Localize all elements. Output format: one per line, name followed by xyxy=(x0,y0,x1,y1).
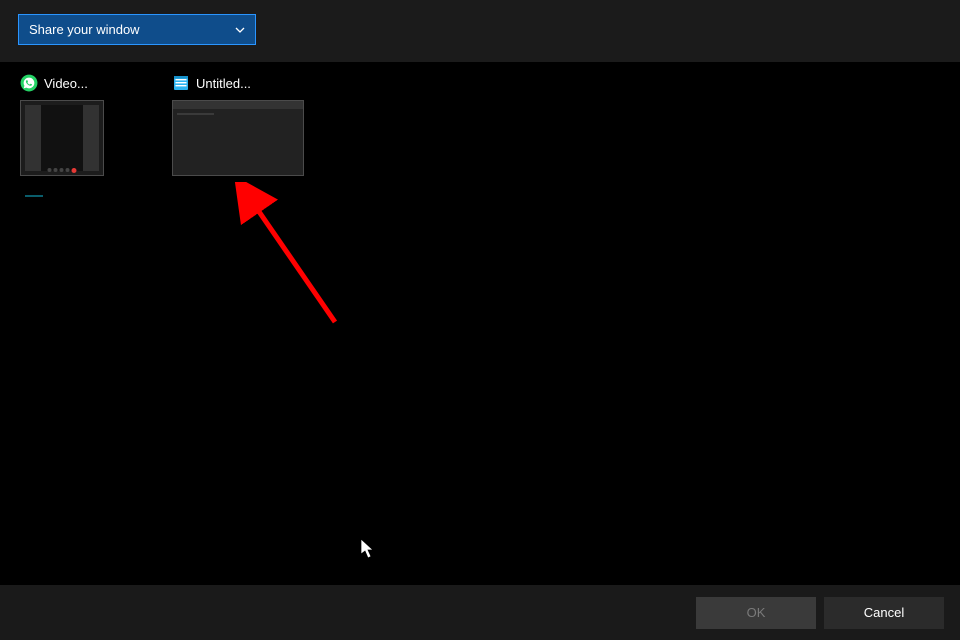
window-thumbnail xyxy=(20,100,104,176)
window-item-label: Video... xyxy=(44,76,88,91)
window-item-label: Untitled... xyxy=(196,76,251,91)
chevron-down-icon xyxy=(235,25,245,35)
window-item-header: Untitled... xyxy=(172,72,304,94)
window-thumbnail xyxy=(172,100,304,176)
notepad-icon xyxy=(172,74,190,92)
mouse-cursor-icon xyxy=(361,539,375,562)
ok-button-label: OK xyxy=(747,605,766,620)
dropdown-label: Share your window xyxy=(29,22,140,37)
cancel-button[interactable]: Cancel xyxy=(824,597,944,629)
selection-marker xyxy=(25,195,43,197)
window-item-video[interactable]: Video... xyxy=(20,72,152,176)
cancel-button-label: Cancel xyxy=(864,605,904,620)
share-mode-dropdown[interactable]: Share your window xyxy=(18,14,256,45)
whatsapp-icon xyxy=(20,74,38,92)
ok-button[interactable]: OK xyxy=(696,597,816,629)
annotation-arrow xyxy=(205,182,375,355)
topbar: Share your window xyxy=(0,0,960,62)
window-item-header: Video... xyxy=(20,72,152,94)
window-item-untitled[interactable]: Untitled... xyxy=(172,72,304,176)
window-list: Video... xyxy=(0,62,960,186)
footer: OK Cancel xyxy=(0,585,960,640)
